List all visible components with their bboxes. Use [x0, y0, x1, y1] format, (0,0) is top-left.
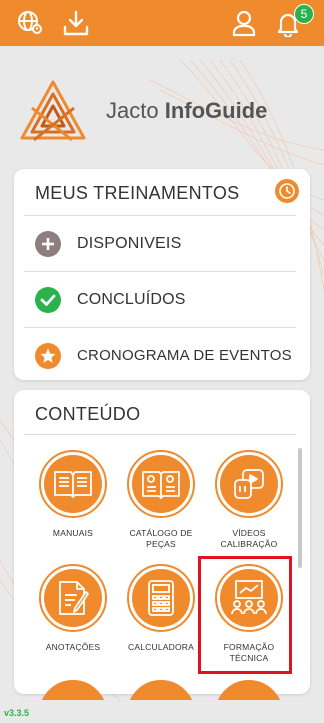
jacto-logo-icon — [20, 80, 86, 142]
download-icon[interactable] — [60, 7, 92, 39]
tile-label: CATÁLOGO DE PEÇAS — [129, 528, 193, 549]
tile-label: CALCULADORA — [128, 642, 194, 652]
tile-label: ANOTAÇÕES — [45, 642, 101, 652]
tile-circle — [127, 450, 195, 518]
calculator-icon — [148, 580, 174, 616]
trainings-title: MEUS TREINAMENTOS — [35, 183, 240, 203]
catalog-icon — [142, 471, 180, 499]
app-title-light: Jacto — [106, 98, 165, 123]
video-icon — [234, 469, 264, 499]
plus-circle-icon — [35, 230, 61, 257]
tile-manuals[interactable]: MANUAIS — [25, 450, 121, 560]
highlight-box — [198, 556, 292, 674]
check-circle-icon — [35, 286, 61, 313]
content-title: CONTEÚDO — [35, 404, 141, 424]
star-circle-icon — [35, 342, 61, 369]
tile-circle — [39, 564, 107, 632]
divider — [24, 434, 296, 435]
user-icon[interactable] — [228, 7, 260, 39]
tile-circle — [127, 564, 195, 632]
tile-circle — [39, 450, 107, 518]
trainings-item-label: DISPONIVEIS — [77, 234, 182, 252]
trainings-item-label: CONCLUÍDOS — [77, 290, 186, 308]
trainings-item-events[interactable]: CRONOGRAMA DE EVENTOS — [24, 327, 296, 383]
app-title-bold: InfoGuide — [164, 98, 268, 123]
version-label: v3.3.5 — [4, 708, 30, 718]
history-icon[interactable] — [275, 179, 299, 203]
app-logo-area: Jacto InfoGuide — [18, 78, 308, 150]
tile-calibration-videos[interactable]: VÍDEOS CALIBRAÇÃO — [201, 450, 297, 560]
trainings-item-label: CRONOGRAMA DE EVENTOS — [77, 347, 292, 364]
tile-notes[interactable]: ANOTAÇÕES — [25, 564, 121, 674]
tile-circle — [215, 450, 283, 518]
trainings-item-available[interactable]: DISPONIVEIS — [24, 215, 296, 271]
book-icon — [54, 471, 92, 498]
tile-parts-catalog[interactable]: CATÁLOGO DE PEÇAS — [113, 450, 209, 560]
notification-badge: 5 — [294, 4, 314, 24]
top-bar: 5 — [0, 0, 324, 46]
trainings-card: MEUS TREINAMENTOS DISPONIVEIS CONCLUÍDOS… — [14, 169, 310, 380]
tile-calculator[interactable]: CALCULADORA — [113, 564, 209, 674]
tile-partial[interactable] — [39, 680, 107, 700]
tile-partial[interactable] — [215, 680, 283, 700]
notes-icon — [59, 581, 89, 615]
trainings-item-completed[interactable]: CONCLUÍDOS — [24, 271, 296, 327]
tile-label: VÍDEOS CALIBRAÇÃO — [220, 528, 278, 549]
globe-location-icon[interactable] — [14, 7, 46, 39]
app-title: Jacto InfoGuide — [106, 98, 267, 124]
tile-partial[interactable] — [127, 680, 195, 700]
tile-label: MANUAIS — [52, 528, 94, 538]
scrollbar[interactable] — [298, 448, 302, 568]
